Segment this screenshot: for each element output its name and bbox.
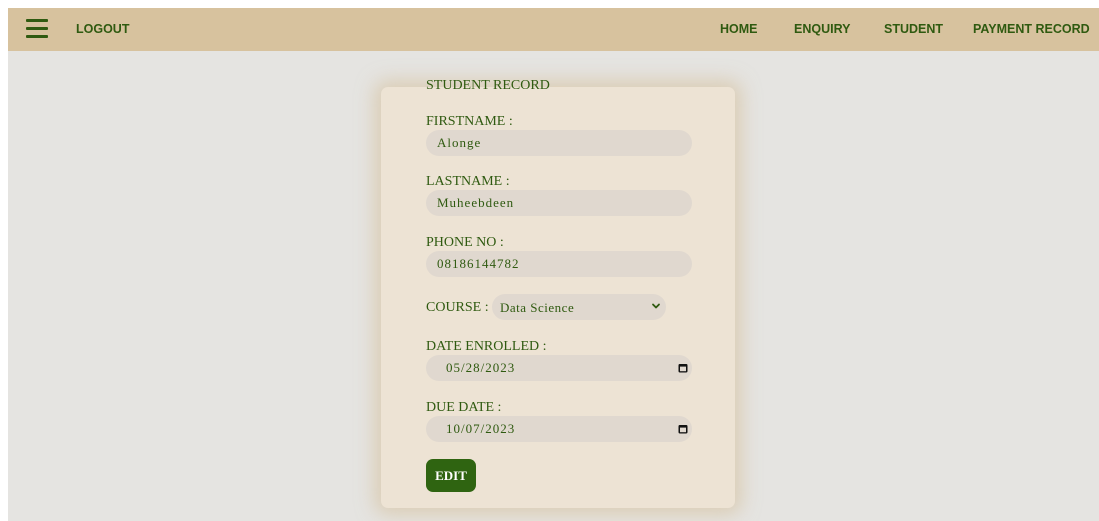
- chevron-down-icon: [652, 303, 660, 309]
- nav-student-link[interactable]: STUDENT: [884, 22, 943, 36]
- form-legend: STUDENT RECORD: [426, 78, 550, 93]
- date-enrolled-input[interactable]: 05/28/2023: [426, 355, 692, 381]
- lastname-input[interactable]: [426, 190, 692, 216]
- nav-payment-record-link[interactable]: PAYMENT RECORD: [973, 22, 1090, 36]
- phone-label: PHONE NO :: [426, 235, 504, 250]
- due-date-input[interactable]: 10/07/2023: [426, 416, 692, 442]
- date-enrolled-label: DATE ENROLLED :: [426, 339, 547, 354]
- nav-enquiry-link[interactable]: ENQUIRY: [794, 22, 851, 36]
- firstname-input[interactable]: [426, 130, 692, 156]
- student-record-form: STUDENT RECORD FIRSTNAME : LASTNAME : PH…: [381, 78, 735, 508]
- nav-home-link[interactable]: HOME: [720, 22, 758, 36]
- firstname-label: FIRSTNAME :: [426, 114, 513, 129]
- date-enrolled-value: 05/28/2023: [446, 360, 516, 375]
- course-select[interactable]: Data Science: [492, 294, 666, 320]
- phone-input[interactable]: [426, 251, 692, 277]
- edit-button[interactable]: EDIT: [426, 459, 476, 492]
- lastname-label: LASTNAME :: [426, 174, 510, 189]
- calendar-icon[interactable]: [678, 363, 688, 373]
- due-date-label: DUE DATE :: [426, 400, 502, 415]
- hamburger-menu-icon[interactable]: [26, 19, 48, 39]
- due-date-value: 10/07/2023: [446, 421, 516, 436]
- calendar-icon[interactable]: [678, 424, 688, 434]
- course-selected-value: Data Science: [500, 300, 575, 315]
- logout-link[interactable]: LOGOUT: [76, 22, 129, 36]
- course-label: COURSE :: [426, 300, 489, 315]
- top-navbar: LOGOUT HOME ENQUIRY STUDENT PAYMENT RECO…: [8, 8, 1099, 51]
- app-frame: LOGOUT HOME ENQUIRY STUDENT PAYMENT RECO…: [8, 8, 1099, 521]
- fieldset-border: [553, 86, 565, 87]
